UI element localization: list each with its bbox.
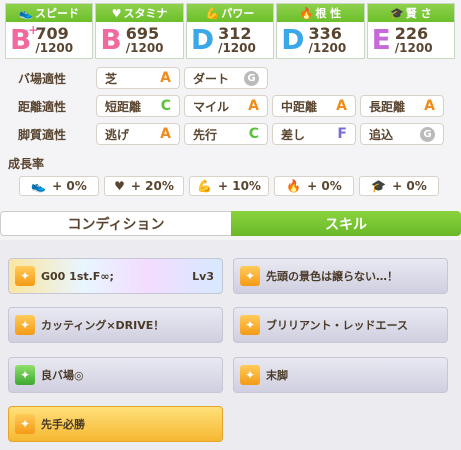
skill-item[interactable]: ✦ カッティング×DRIVE！: [8, 307, 223, 343]
skill-item[interactable]: ✦ 先頭の景色は譲らない…！: [233, 258, 448, 294]
stat-max: /1200: [308, 41, 347, 55]
skill-item[interactable]: ✦ 良バ場◎: [8, 357, 223, 393]
skill-icon: ✦: [15, 315, 35, 335]
skill-icon: ✦: [15, 414, 35, 434]
growth-wisdom: 🎓 + 0%: [359, 176, 439, 196]
stat-panel: 👟 スピード B + 709/1200 ♥ スタミナ B 695/1200 💪 パワー …: [5, 3, 456, 59]
skill-icon: ✦: [240, 315, 260, 335]
stat-value: 709: [35, 24, 69, 43]
stat-max: /1200: [218, 41, 256, 55]
stat-grade: B: [100, 23, 122, 56]
aptitude-turf: 芝A: [96, 67, 180, 89]
aptitude-leader: 先行 C: [184, 123, 268, 145]
skill-icon: ✦: [240, 266, 260, 286]
skill-item[interactable]: ✦ G00 1st.F∞; Lv3: [8, 258, 223, 294]
stat-label: 賢 さ: [405, 7, 432, 20]
heart-icon: ♥: [111, 6, 122, 20]
stat-stamina: ♥ スタミナ B 695/1200: [95, 3, 184, 59]
stat-max: /1200: [394, 41, 433, 55]
stat-grade: D: [281, 23, 305, 56]
stat-label: 根 性: [315, 7, 342, 20]
growth-stamina: ♥ + 20%: [104, 176, 184, 196]
stat-value: 312: [218, 24, 252, 43]
skill-level: Lv3: [192, 269, 214, 283]
stat-label: スタミナ: [123, 7, 168, 20]
flame-icon: 🔥: [299, 6, 314, 20]
skill-icon: ✦: [240, 365, 260, 385]
aptitude-mile: マイル A: [184, 95, 268, 117]
growth-power: 💪 + 10%: [189, 176, 269, 196]
stat-max: /1200: [125, 41, 164, 55]
flame-icon: 🔥: [286, 179, 302, 193]
skill-icon: ✦: [15, 266, 35, 286]
tab-bar: コンディション スキル: [0, 211, 461, 236]
aptitude-label: バ場適性: [18, 72, 67, 86]
skill-item[interactable]: ✦ 末脚: [233, 357, 448, 393]
growth-guts: 🔥 + 0%: [274, 176, 354, 196]
stat-grade: B +: [10, 23, 39, 56]
graduation-cap-icon: 🎓: [371, 179, 387, 193]
skill-icon: ✦: [15, 365, 35, 385]
growth-title: 成長率: [8, 157, 45, 171]
heart-icon: ♥: [114, 179, 125, 193]
skill-list: ✦ G00 1st.F∞; Lv3 ✦ 先頭の景色は譲らない…！ ✦ カッティン…: [0, 240, 461, 450]
aptitude-dirt: ダート G: [184, 67, 268, 89]
stat-power: 💪 パワー D 312/1200: [185, 3, 275, 59]
tab-condition[interactable]: コンディション: [0, 211, 231, 236]
stat-grade: D: [190, 23, 215, 56]
arm-icon: 💪: [197, 179, 212, 193]
stat-wisdom: 🎓 賢 さ E 226/1200: [366, 3, 456, 59]
shoe-icon: 👟: [31, 179, 47, 193]
aptitude-betweener: 差し F: [272, 123, 356, 145]
arm-icon: 💪: [205, 6, 220, 20]
skill-item[interactable]: ✦ ブリリアント・レッドエース: [233, 307, 448, 343]
stat-guts: 🔥 根 性 D 336/1200: [276, 3, 365, 59]
aptitude-chaser: 追込 G: [360, 123, 444, 145]
stat-label: パワー: [221, 7, 255, 20]
shoe-icon: 👟: [19, 6, 34, 20]
aptitude-runner: 逃げ A: [96, 123, 180, 145]
stat-label: スピード: [35, 7, 80, 20]
growth-speed: 👟 + 0%: [19, 176, 99, 196]
aptitude-label: 距離適性: [18, 100, 67, 114]
aptitude-medium: 中距離 A: [272, 95, 356, 117]
aptitude-sprint: 短距離 C: [96, 95, 180, 117]
stat-value: 695: [125, 24, 160, 43]
aptitude-long: 長距離 A: [360, 95, 444, 117]
skill-item[interactable]: ✦ 先手必勝: [8, 406, 223, 442]
graduation-cap-icon: 🎓: [390, 6, 404, 20]
stat-grade: E: [371, 23, 391, 56]
aptitude-label: 脚質適性: [18, 128, 67, 142]
grade-plus: +: [28, 23, 39, 37]
tab-skill[interactable]: スキル: [231, 211, 461, 236]
stat-speed: 👟 スピード B + 709/1200: [5, 3, 94, 59]
stat-max: /1200: [35, 41, 74, 55]
stat-value: 336: [308, 24, 342, 43]
stat-value: 226: [394, 24, 429, 43]
